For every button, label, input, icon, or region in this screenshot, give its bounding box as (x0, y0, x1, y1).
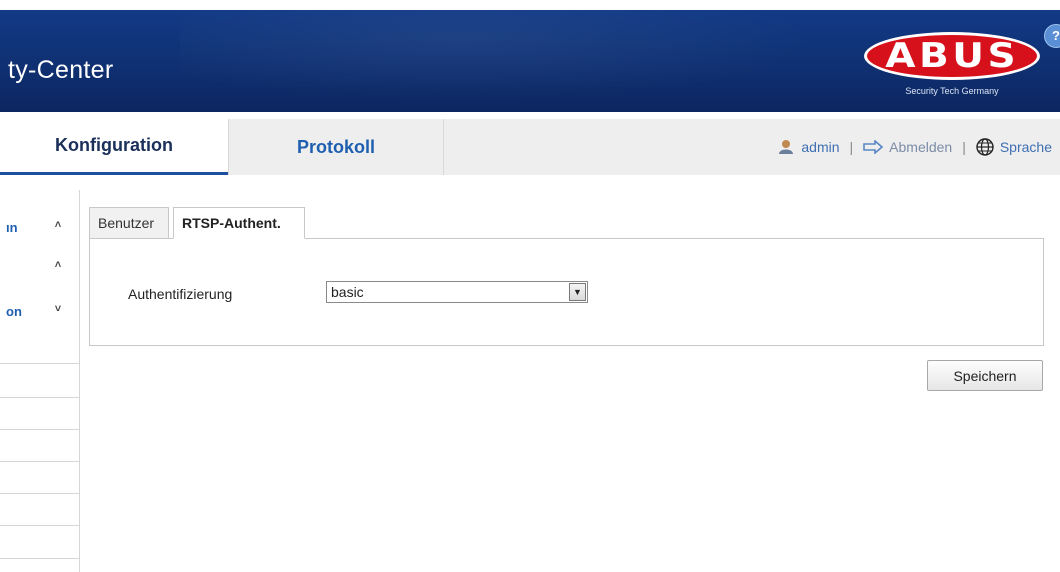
user-link[interactable]: admin (777, 139, 840, 155)
sidebar-divider (0, 493, 80, 494)
logout-label: Abmelden (889, 139, 953, 155)
globe-icon (976, 138, 994, 156)
sidebar-item-2[interactable]: ˄ (0, 252, 80, 284)
sidebar-divider (0, 461, 80, 462)
sidebar-item-label: on (6, 304, 22, 319)
sidebar-divider (0, 429, 80, 430)
abus-logo: ABUS Security Tech Germany (860, 32, 1044, 112)
select-value: basic (331, 284, 364, 300)
separator: | (962, 139, 966, 155)
sidebar-divider (0, 558, 80, 559)
save-button[interactable]: Speichern (927, 360, 1043, 391)
chevron-up-icon: ˄ (54, 219, 62, 231)
user-icon (779, 140, 794, 154)
logout-link[interactable]: Abmelden (863, 139, 952, 155)
sidebar: ın ˄ ˄ on ˅ (0, 190, 80, 572)
sidebar-item-1[interactable]: ın ˄ (0, 212, 80, 244)
user-label: admin (801, 139, 840, 155)
language-link[interactable]: Sprache (976, 138, 1052, 156)
sidebar-divider (0, 525, 80, 526)
sidebar-divider (0, 397, 80, 398)
app-title: ty-Center (8, 56, 114, 84)
chevron-up-icon: ˄ (54, 259, 62, 271)
tab-rtsp-authent[interactable]: RTSP-Authent. (173, 207, 305, 239)
help-icon[interactable]: ? (1044, 24, 1060, 48)
sidebar-item-label: ın (6, 220, 18, 235)
authentication-label: Authentifizierung (128, 286, 233, 302)
authentication-select[interactable]: basic ▼ (326, 281, 588, 303)
settings-panel: Authentifizierung basic ▼ (89, 238, 1044, 346)
tab-protokoll[interactable]: Protokoll (228, 119, 444, 175)
header-banner: ty-Center ABUS Security Tech Germany ? (0, 10, 1060, 112)
logout-icon (863, 140, 884, 154)
logo-word: ABUS (885, 36, 1019, 76)
dropdown-arrow-icon[interactable]: ▼ (569, 283, 586, 301)
chevron-down-icon: ˅ (54, 303, 62, 315)
tab-konfiguration[interactable]: Konfiguration (0, 119, 228, 175)
tab-benutzer[interactable]: Benutzer (89, 207, 169, 239)
main-nav: Konfiguration Protokoll admin | Abmelden… (0, 119, 1060, 175)
sidebar-item-3[interactable]: on ˅ (0, 296, 80, 328)
user-menu: admin | Abmelden | Sprache (444, 119, 1060, 175)
separator: | (849, 139, 854, 155)
sidebar-divider (0, 363, 80, 364)
language-label: Sprache (999, 139, 1052, 155)
logo-tagline: Security Tech Germany (905, 86, 999, 96)
logo-oval: ABUS (864, 32, 1040, 80)
